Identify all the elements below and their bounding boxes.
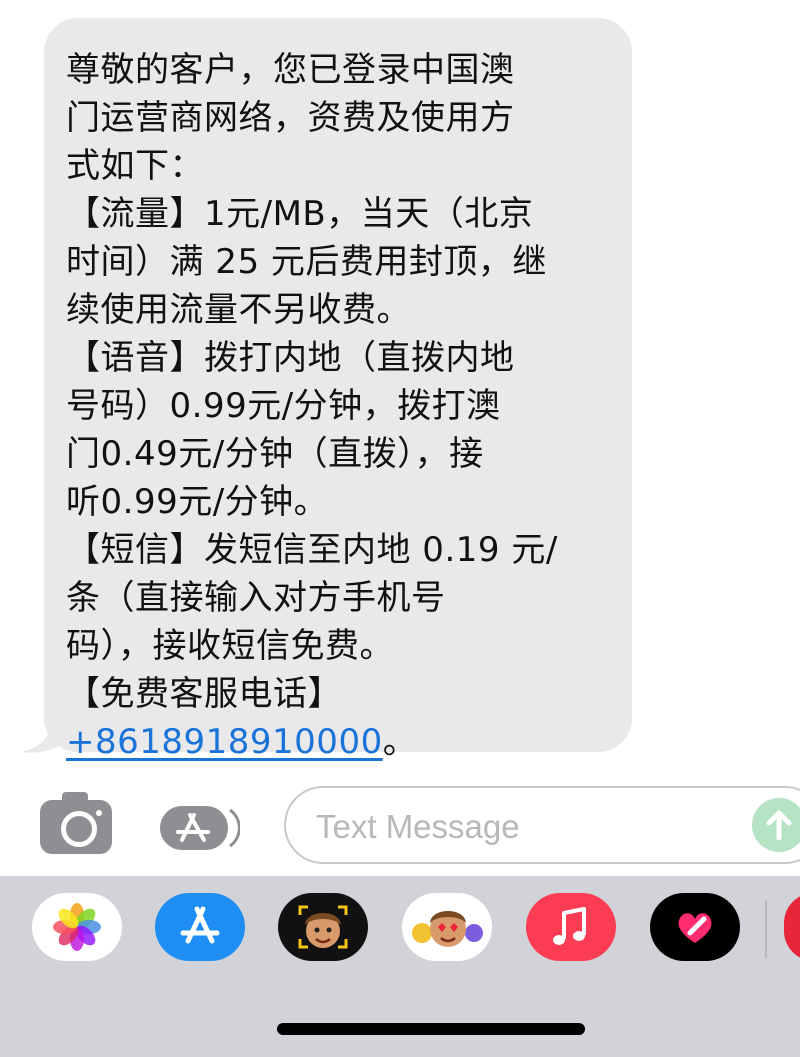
message-line-9: 门0.49元/分钟（直拨），接: [66, 434, 484, 474]
message-line-6: 续使用流量不另收费。: [66, 290, 411, 330]
music-icon: [553, 907, 586, 945]
memoji-app-button[interactable]: [278, 893, 368, 961]
message-line-4: 【流量】1元/MB，当天（北京: [66, 194, 534, 234]
received-message-bubble: 尊敬的客户，您已登录中国澳 门运营商网络，资费及使用方 式如下： 【流量】1元/…: [44, 18, 632, 762]
memoji-icon: [298, 905, 348, 949]
app-store-app-button[interactable]: [155, 893, 245, 961]
message-line-11: 【短信】发短信至内地 0.19 元/: [66, 530, 558, 570]
digital-touch-app-button[interactable]: [650, 893, 740, 961]
message-line-7: 【语音】拨打内地（直拨内地: [66, 338, 515, 378]
message-line-1: 尊敬的客户，您已登录中国澳: [66, 50, 515, 90]
message-line-13: 码），接收短信免费。: [66, 626, 394, 666]
home-indicator[interactable]: [277, 1023, 585, 1035]
message-input-placeholder: Text Message: [316, 808, 520, 845]
message-line-phone: +8618918910000。: [66, 718, 622, 766]
phone-number-link[interactable]: +8618918910000: [66, 722, 383, 762]
camera-button[interactable]: [40, 792, 112, 854]
photos-app-button[interactable]: [32, 893, 122, 961]
message-line-14: 【免费客服电话】: [66, 674, 342, 714]
camera-icon: [61, 811, 97, 847]
music-app-button[interactable]: [526, 893, 616, 961]
message-line-8: 号码）0.99元/分钟，拨打澳: [66, 386, 501, 426]
photos-icon: [53, 903, 101, 951]
message-line-5: 时间）满 25 元后费用封顶，继: [66, 242, 547, 282]
send-arrow-icon: [766, 810, 792, 841]
message-line-2: 门运营商网络，资费及使用方: [66, 98, 515, 138]
memoji-stickers-app-button[interactable]: [402, 893, 492, 961]
digital-touch-icon: [678, 913, 712, 943]
message-line-3: 式如下：: [66, 146, 204, 186]
message-line-12: 条（直接输入对方手机号: [66, 578, 446, 618]
send-button[interactable]: [752, 798, 800, 852]
app-store-icon: [180, 906, 220, 944]
message-line-10: 听0.99元/分钟。: [66, 482, 329, 522]
apps-button[interactable]: [160, 800, 240, 856]
message-input[interactable]: Text Message: [284, 786, 800, 864]
drawer-divider: [765, 900, 767, 958]
memoji-stickers-icon: [412, 911, 483, 947]
phone-suffix: 。: [382, 722, 418, 762]
